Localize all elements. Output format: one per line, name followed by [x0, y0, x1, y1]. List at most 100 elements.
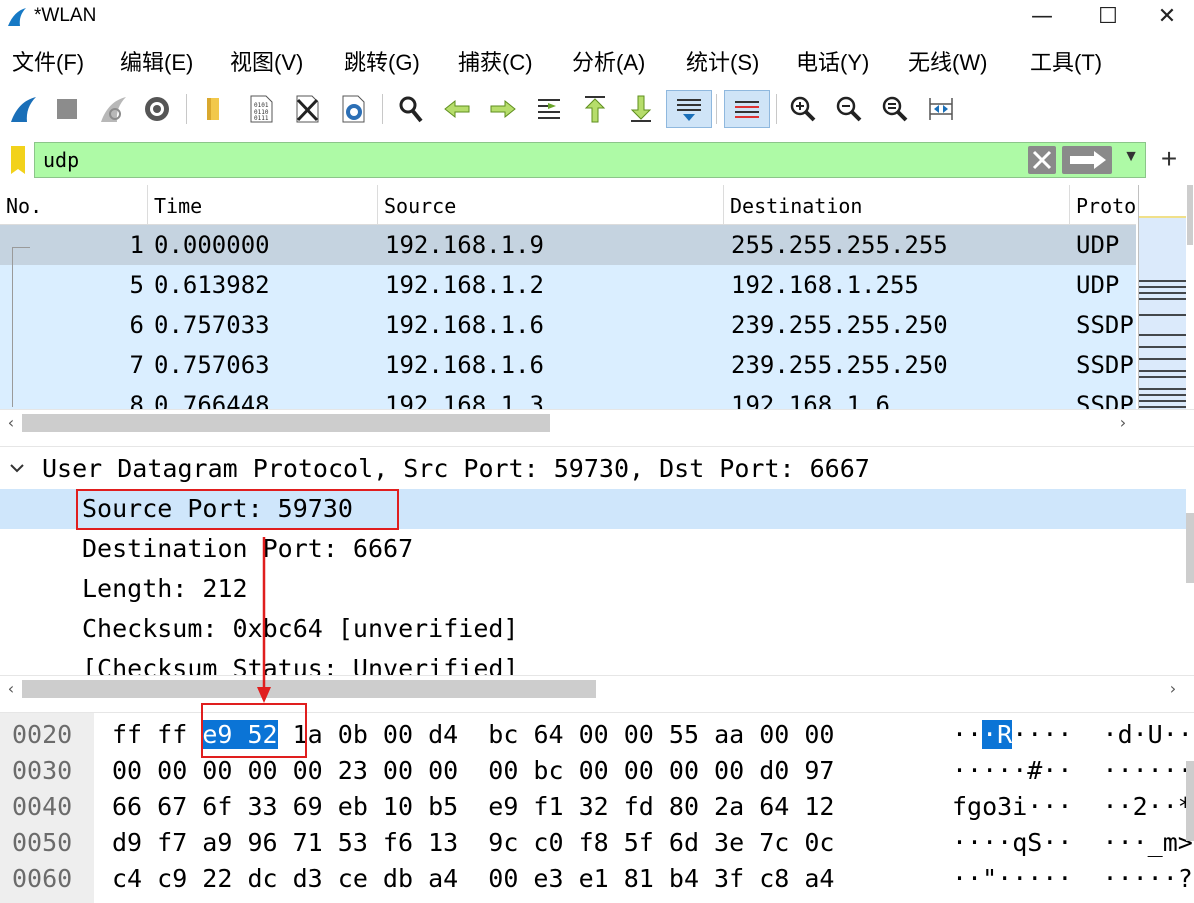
- menu-telephony[interactable]: 电话(Y): [796, 45, 869, 77]
- scroll-thumb[interactable]: [22, 680, 596, 698]
- add-filter-button-icon[interactable]: +: [1156, 141, 1182, 177]
- open-file-icon[interactable]: [194, 90, 232, 128]
- maximize-button[interactable]: ☐: [1076, 0, 1140, 34]
- toolbar-separator: [716, 94, 717, 124]
- menu-edit[interactable]: 编辑(E): [120, 45, 193, 77]
- stop-capture-icon[interactable]: [48, 90, 86, 128]
- scroll-left-icon[interactable]: ‹: [0, 410, 22, 435]
- packet-source: 192.168.1.6: [385, 311, 544, 339]
- menu-bar: 文件(F) 编辑(E) 视图(V) 跳转(G) 捕获(C) 分析(A) 统计(S…: [0, 40, 1194, 82]
- column-header-protocol[interactable]: Protocol: [1070, 185, 1136, 225]
- udp-protocol-header[interactable]: User Datagram Protocol, Src Port: 59730,…: [42, 449, 870, 489]
- filter-bookmark-icon[interactable]: [4, 143, 32, 177]
- ascii-selected: ·R: [982, 720, 1013, 749]
- zoom-in-icon[interactable]: [784, 90, 822, 128]
- column-header-destination[interactable]: Destination: [724, 185, 1070, 225]
- scroll-right-icon[interactable]: ›: [1112, 410, 1134, 435]
- find-packet-icon[interactable]: [392, 90, 430, 128]
- column-header-time[interactable]: Time: [148, 185, 378, 225]
- packet-list-horizontal-scrollbar[interactable]: ‹ ›: [0, 409, 1194, 435]
- packet-details-pane: User Datagram Protocol, Src Port: 59730,…: [0, 446, 1194, 702]
- byte-offset: 0030: [12, 756, 73, 785]
- packet-bytes-pane: 0020 ff ff e9 52 1a 0b 00 d4 bc 64 00 00…: [0, 712, 1194, 903]
- first-packet-icon[interactable]: [576, 90, 614, 128]
- title-bar: *WLAN — ☐ ✕: [0, 0, 1194, 34]
- column-header-no[interactable]: No.: [0, 185, 148, 225]
- annotation-highlight-source-port: [76, 489, 399, 530]
- bytes-vertical-scrollbar[interactable]: [1186, 761, 1194, 841]
- menu-analyze[interactable]: 分析(A): [572, 45, 645, 77]
- field-checksum-status[interactable]: [Checksum Status: Unverified]: [82, 649, 519, 675]
- ascii-bytes: ·····#·· ········: [952, 756, 1194, 785]
- details-vertical-scrollbar[interactable]: [1186, 513, 1194, 583]
- conversation-tree-line: [12, 247, 13, 407]
- filter-history-chevron-icon[interactable]: ▼: [1118, 148, 1144, 172]
- reload-file-icon[interactable]: [334, 90, 372, 128]
- packet-minimap[interactable]: [1138, 185, 1187, 409]
- packet-no: 1: [129, 231, 144, 259]
- menu-view[interactable]: 视图(V): [230, 45, 303, 77]
- go-forward-icon[interactable]: [484, 90, 522, 128]
- packet-time: 0.000000: [154, 231, 270, 259]
- table-row[interactable]: 6 0.757033 192.168.1.6 239.255.255.250 S…: [0, 305, 1136, 345]
- packet-time: 0.757033: [154, 311, 270, 339]
- packet-no: 5: [129, 271, 144, 299]
- menu-statistics[interactable]: 统计(S): [686, 45, 759, 77]
- save-file-icon[interactable]: 0101 0110 0111: [242, 90, 280, 128]
- display-filter-bar: ▼ +: [0, 140, 1194, 180]
- field-checksum[interactable]: Checksum: 0xbc64 [unverified]: [82, 609, 519, 649]
- clear-filter-icon[interactable]: [1028, 146, 1056, 174]
- packet-destination: 239.255.255.250: [731, 351, 948, 379]
- go-to-packet-icon[interactable]: [530, 90, 568, 128]
- scroll-right-icon[interactable]: ›: [1162, 676, 1184, 702]
- field-destination-port[interactable]: Destination Port: 6667: [82, 529, 413, 569]
- colorize-icon[interactable]: [724, 90, 770, 128]
- packet-source: 192.168.1.9: [385, 231, 544, 259]
- packet-time: 0.757063: [154, 351, 270, 379]
- capture-options-icon[interactable]: [138, 90, 176, 128]
- packet-source: 192.168.1.3: [385, 391, 544, 409]
- close-file-icon[interactable]: [288, 90, 326, 128]
- restart-capture-icon[interactable]: [94, 90, 132, 128]
- bytes-row[interactable]: 0020 ff ff e9 52 1a 0b 00 d4 bc 64 00 00…: [0, 717, 1194, 753]
- display-filter-input[interactable]: [34, 142, 1146, 178]
- go-back-icon[interactable]: [438, 90, 476, 128]
- ascii-post: ···· ·d·U··: [1012, 720, 1193, 749]
- tree-expander-chevron-icon[interactable]: [8, 449, 26, 489]
- scroll-thumb[interactable]: [22, 414, 550, 432]
- bytes-row[interactable]: 0060 c4 c9 22 dc d3 ce db a4 00 e3 e1 81…: [0, 861, 1194, 897]
- menu-wireless[interactable]: 无线(W): [908, 45, 987, 77]
- table-row[interactable]: 5 0.613982 192.168.1.2 192.168.1.255 UDP: [0, 265, 1136, 305]
- field-length[interactable]: Length: 212: [82, 569, 248, 609]
- start-capture-icon[interactable]: [4, 90, 42, 128]
- resize-columns-icon[interactable]: [922, 90, 960, 128]
- bytes-row[interactable]: 0050 d9 f7 a9 96 71 53 f6 13 9c c0 f8 5f…: [0, 825, 1194, 861]
- table-row[interactable]: 8 0.766448 192.168.1.3 192.168.1.6 SSDP: [0, 385, 1136, 409]
- close-button[interactable]: ✕: [1140, 0, 1194, 34]
- menu-file[interactable]: 文件(F): [12, 45, 84, 77]
- normal-size-icon[interactable]: [876, 90, 914, 128]
- menu-go[interactable]: 跳转(G): [344, 45, 420, 77]
- table-row[interactable]: 7 0.757063 192.168.1.6 239.255.255.250 S…: [0, 345, 1136, 385]
- scroll-left-icon[interactable]: ‹: [0, 676, 22, 702]
- zoom-out-icon[interactable]: [830, 90, 868, 128]
- autoscroll-icon[interactable]: [666, 90, 712, 128]
- bytes-row[interactable]: 0040 66 67 6f 33 69 eb 10 b5 e9 f1 32 fd…: [0, 789, 1194, 825]
- packet-protocol: UDP: [1076, 271, 1120, 299]
- ascii-bytes: fgo3i··· ··2··*d·: [952, 792, 1194, 821]
- packet-protocol: SSDP: [1076, 391, 1134, 409]
- minimize-button[interactable]: —: [1010, 0, 1074, 34]
- byte-offset: 0060: [12, 864, 73, 893]
- byte-offset: 0040: [12, 792, 73, 821]
- menu-tools[interactable]: 工具(T): [1030, 45, 1102, 77]
- annotation-highlight-bytes: [201, 703, 307, 758]
- table-row[interactable]: 1 0.000000 192.168.1.9 255.255.255.255 U…: [0, 225, 1136, 265]
- packet-destination: 192.168.1.255: [731, 271, 919, 299]
- bytes-row[interactable]: 0030 00 00 00 00 00 23 00 00 00 bc 00 00…: [0, 753, 1194, 789]
- menu-capture[interactable]: 捕获(C): [458, 45, 533, 77]
- details-horizontal-scrollbar[interactable]: ‹ ›: [0, 675, 1194, 702]
- packet-list-vertical-scrollbar[interactable]: [1186, 185, 1194, 409]
- column-header-source[interactable]: Source: [378, 185, 724, 225]
- apply-filter-icon[interactable]: [1062, 146, 1112, 174]
- last-packet-icon[interactable]: [622, 90, 660, 128]
